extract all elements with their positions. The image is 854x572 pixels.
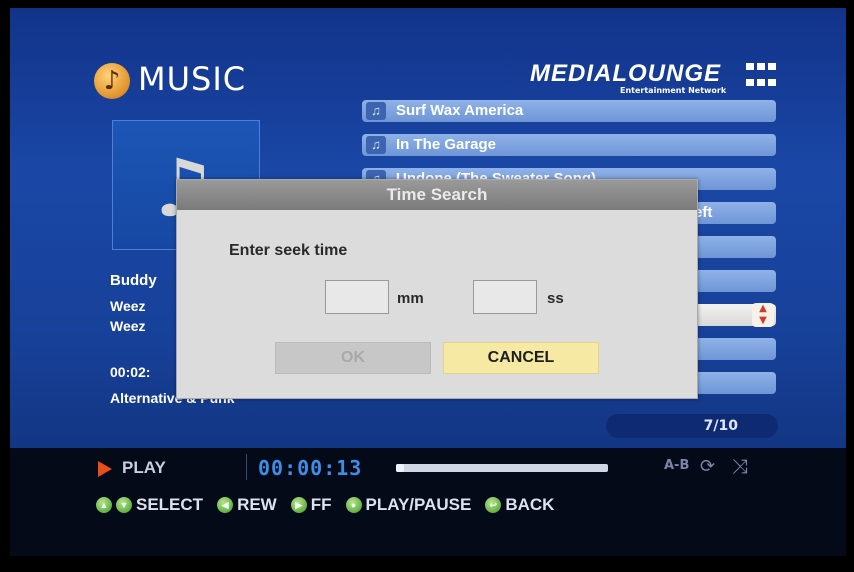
track-album: Weez: [110, 318, 146, 334]
divider: [246, 454, 247, 480]
track-artist: Weez: [110, 298, 146, 314]
seek-prompt: Enter seek time: [229, 242, 348, 259]
playlist-item-label: Surf Wax America: [396, 102, 524, 119]
seconds-unit-label: ss: [547, 290, 564, 307]
hint-select: SELECT: [136, 495, 204, 514]
playlist-item[interactable]: ♫ In The Garage: [362, 134, 776, 156]
button-hints: ▲ ▼ SELECT ◀ REW ▶ FF ● PLAY/PAUSE ↩ BAC…: [96, 494, 568, 516]
page-title: MUSIC: [138, 60, 247, 98]
down-button-icon: ▼: [116, 497, 132, 513]
track-title: Buddy: [110, 272, 157, 289]
rew-button-icon: ◀: [217, 497, 234, 513]
elapsed-timecode: 00:00:13: [258, 456, 363, 480]
up-button-icon: ▲: [96, 497, 112, 513]
brand-grid-icon: [746, 63, 776, 91]
progress-bar[interactable]: [396, 464, 608, 472]
minutes-input[interactable]: [325, 280, 389, 314]
ok-button[interactable]: OK: [275, 342, 431, 374]
playlist-item-label: eft: [694, 204, 713, 221]
ff-button-icon: ▶: [290, 497, 307, 513]
shuffle-icon: ⤨: [732, 454, 748, 478]
brand-logo: MEDIALOUNGE: [530, 60, 721, 87]
music-note-icon: ♫: [366, 136, 386, 154]
track-time: 00:02:: [110, 364, 151, 380]
hint-ff: FF: [310, 495, 332, 514]
playlist-item-label: In The Garage: [396, 136, 497, 153]
page-indicator: 7/10: [606, 414, 778, 438]
music-logo-icon: ♪: [94, 63, 130, 99]
minutes-unit-label: mm: [397, 290, 424, 307]
music-note-icon: ♫: [366, 102, 386, 120]
seconds-input[interactable]: [473, 280, 537, 314]
play-icon: [98, 461, 112, 477]
ab-repeat-label: A-B: [664, 458, 690, 473]
playback-state: PLAY: [122, 458, 166, 477]
hint-play-pause: PLAY/PAUSE: [365, 495, 472, 514]
progress-fill: [396, 464, 405, 472]
back-button-icon: ↩: [485, 497, 502, 513]
playlist-item[interactable]: ♫ Surf Wax America: [362, 100, 776, 122]
media-screen: ♪ MUSIC MEDIALOUNGE Entertainment Networ…: [10, 8, 846, 556]
scroll-arrows-icon[interactable]: ▲ ▼: [752, 303, 774, 327]
play-pause-button-icon: ●: [345, 497, 362, 513]
dialog-title: Time Search: [177, 180, 697, 210]
time-search-dialog: Time Search Enter seek time mm ss OK CAN…: [176, 179, 698, 399]
hint-back: BACK: [505, 495, 555, 514]
cancel-button[interactable]: CANCEL: [443, 342, 599, 374]
repeat-icon: ⟳: [700, 456, 716, 477]
hint-rew: REW: [237, 495, 277, 514]
brand-subtitle: Entertainment Network: [620, 86, 727, 95]
